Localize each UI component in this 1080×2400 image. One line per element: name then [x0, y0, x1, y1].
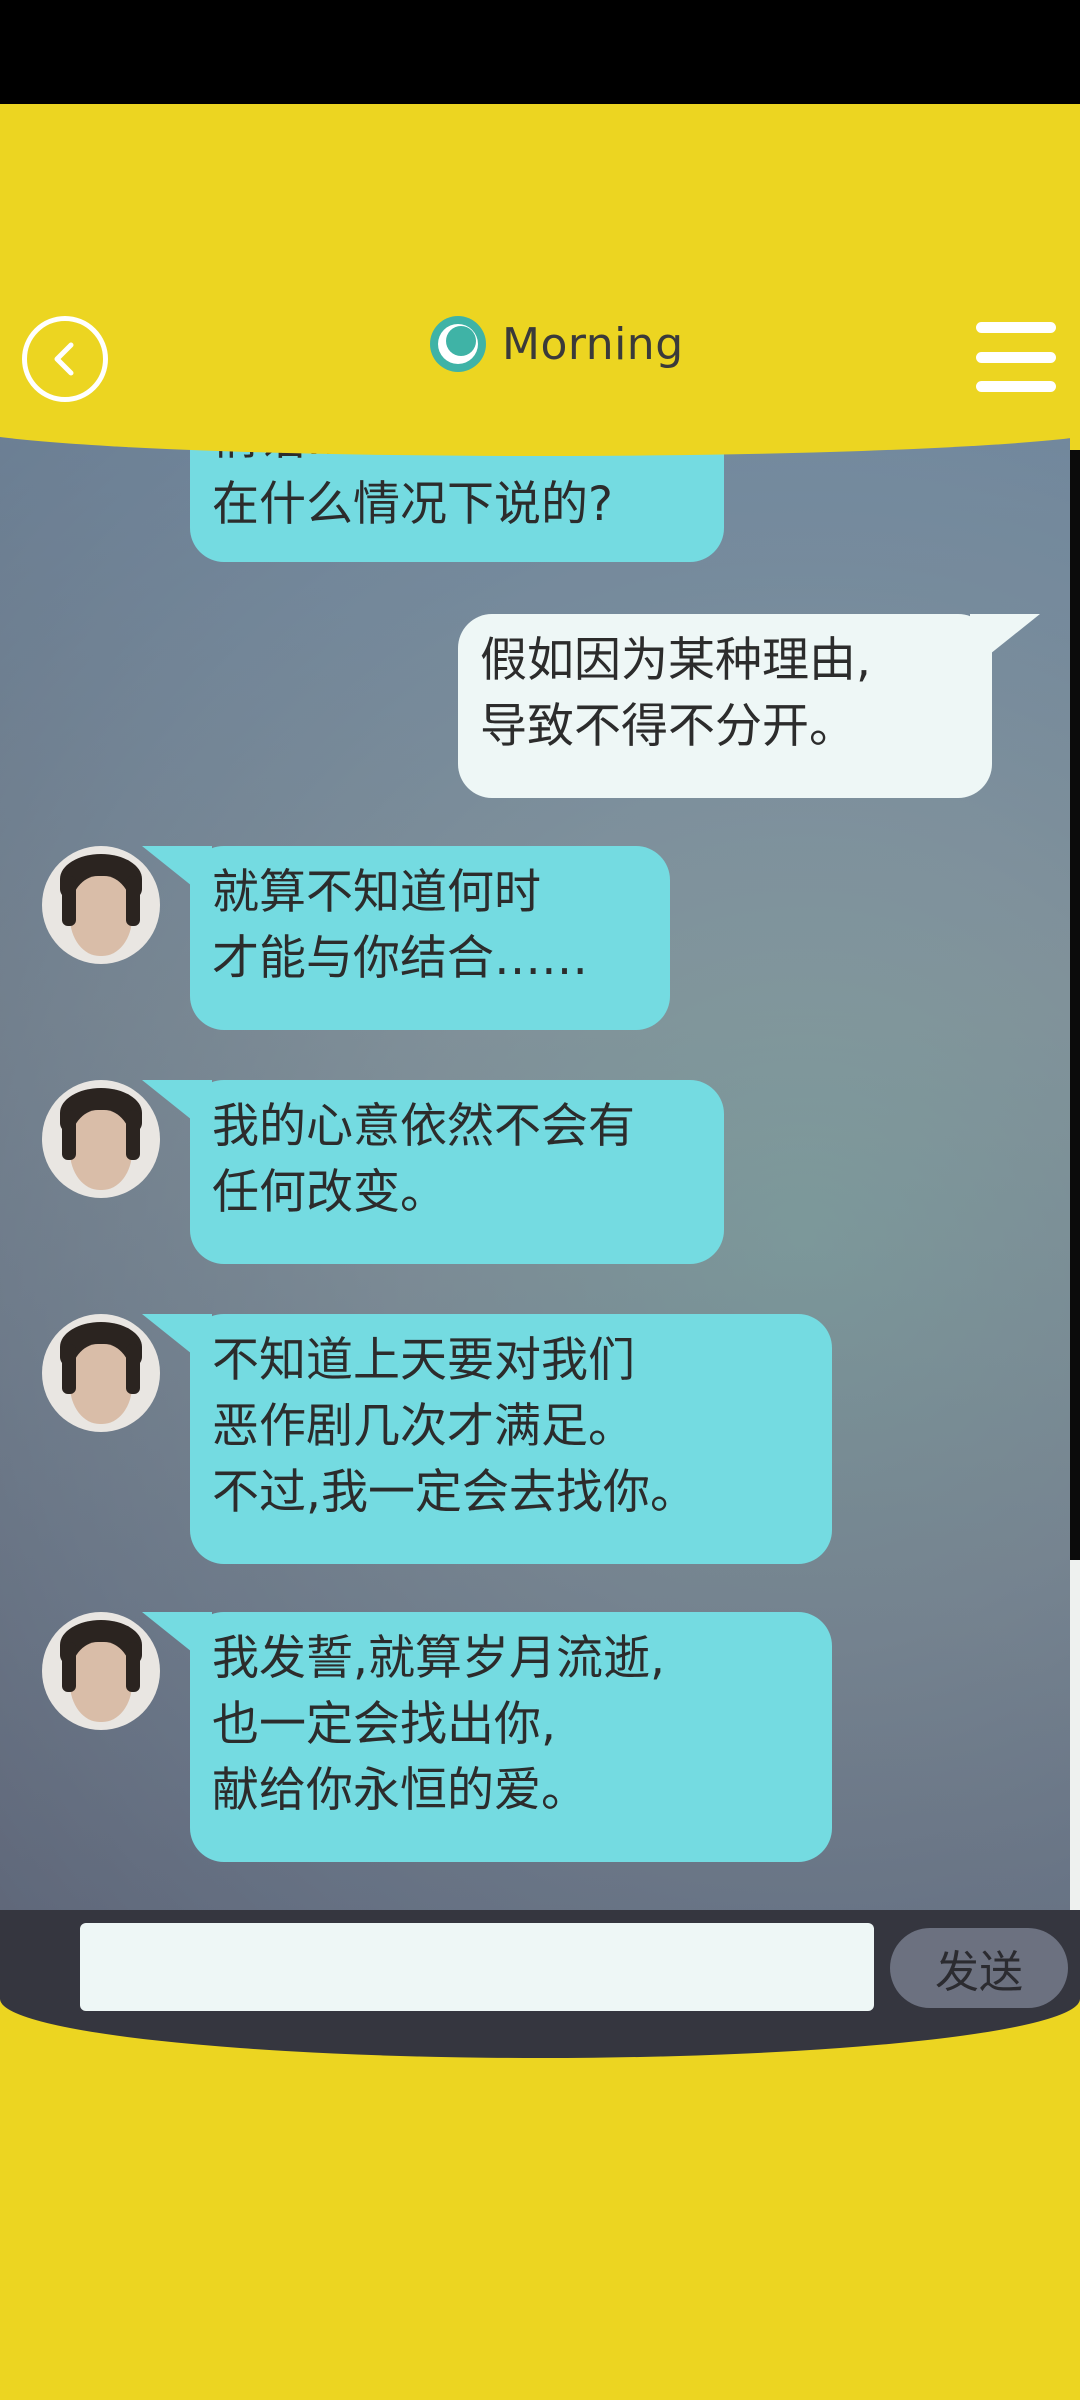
- chevron-left-icon: [54, 342, 74, 376]
- message-bubble-incoming: 就算不知道何时 才能与你结合……: [142, 846, 670, 1030]
- message-bubble-incoming: 不知道上天要对我们 恶作剧几次才满足。 不过,我一定会去找你。: [142, 1314, 832, 1564]
- hamburger-menu-icon: [976, 322, 1056, 333]
- menu-button[interactable]: [976, 322, 1056, 392]
- header-bar: [0, 104, 1080, 434]
- scrollbar[interactable]: [1070, 450, 1080, 1560]
- page-title: Morning: [430, 314, 684, 374]
- message-input[interactable]: [80, 1923, 874, 2011]
- page-title-text: Morning: [502, 318, 684, 370]
- message-bubble-incoming: 我的心意依然不会有 任何改变。: [142, 1080, 724, 1264]
- send-button[interactable]: 发送: [890, 1928, 1068, 2008]
- message-bubble-outgoing: 假如因为某种理由, 导致不得不分开。: [458, 614, 1040, 798]
- status-bar: [0, 0, 1080, 104]
- message-bubble-incoming: 我发誓,就算岁月流逝, 也一定会找出你, 献给你永恒的爱。: [142, 1612, 832, 1862]
- sun-gear-icon: [430, 316, 486, 372]
- scrollbar-track: [1070, 1560, 1080, 1910]
- chat-area[interactable]: 情话…… 在什么情况下说的? 假如因为某种理由, 导致不得不分开。 就算不知道何…: [0, 410, 1070, 1910]
- header-curve: [0, 396, 1080, 456]
- back-button[interactable]: [22, 316, 108, 402]
